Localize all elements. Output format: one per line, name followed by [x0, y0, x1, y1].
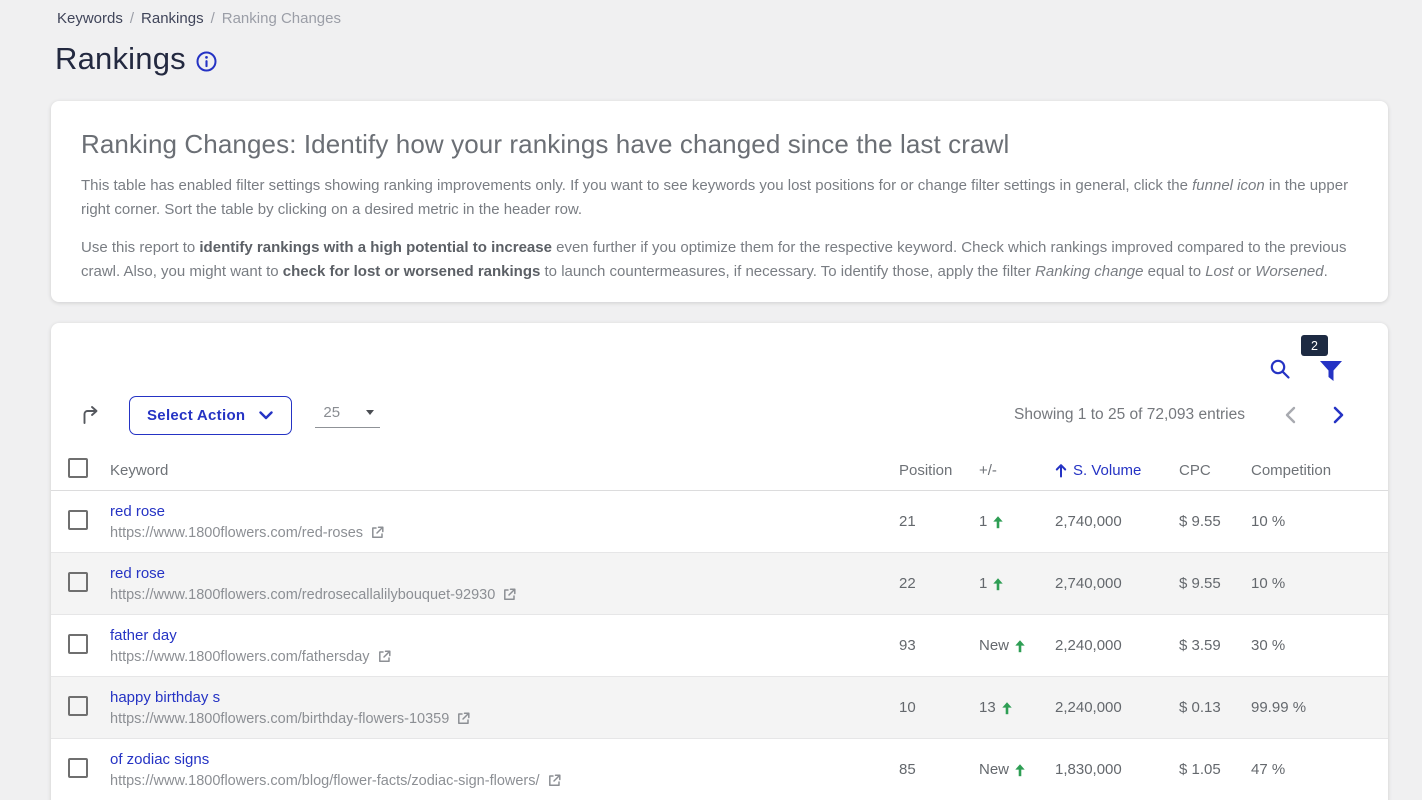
arrow-up-icon	[992, 577, 1004, 591]
change-value: New	[979, 761, 1055, 778]
breadcrumb-rankings[interactable]: Rankings	[141, 10, 204, 27]
table-row: red rose https://www.1800flowers.com/red…	[51, 491, 1388, 553]
external-link-icon[interactable]	[456, 711, 471, 726]
row-url: https://www.1800flowers.com/blog/flower-…	[110, 773, 540, 789]
row-url: https://www.1800flowers.com/fathersday	[110, 649, 370, 665]
external-link-icon[interactable]	[377, 649, 392, 664]
showing-entries-text: Showing 1 to 25 of 72,093 entries	[1014, 406, 1245, 424]
intro-paragraph-1: This table has enabled filter settings s…	[81, 174, 1358, 222]
row-checkbox[interactable]	[68, 510, 88, 530]
change-value: 1	[979, 513, 1055, 530]
competition-value: 30 %	[1251, 637, 1388, 654]
keyword-link[interactable]: red rose	[110, 503, 165, 520]
column-header-keyword[interactable]: Keyword	[110, 462, 899, 479]
volume-value: 1,830,000	[1055, 761, 1179, 778]
intro-card: Ranking Changes: Identify how your ranki…	[51, 101, 1388, 302]
column-header-competition[interactable]: Competition	[1251, 462, 1388, 479]
cpc-value: $ 9.55	[1179, 513, 1251, 530]
keyword-link[interactable]: red rose	[110, 565, 165, 582]
external-link-icon[interactable]	[547, 773, 562, 788]
change-value: 13	[979, 699, 1055, 716]
external-link-icon[interactable]	[370, 525, 385, 540]
rankings-table: Keyword Position +/- S. Volume CPC Compe…	[51, 450, 1388, 800]
intro-paragraph-2: Use this report to identify rankings wit…	[81, 236, 1358, 284]
competition-value: 10 %	[1251, 513, 1388, 530]
funnel-icon-mention: funnel icon	[1192, 177, 1265, 194]
row-checkbox[interactable]	[68, 634, 88, 654]
column-header-volume[interactable]: S. Volume	[1055, 462, 1179, 479]
caret-down-icon	[366, 410, 374, 415]
table-row: of zodiac signs https://www.1800flowers.…	[51, 739, 1388, 800]
arrow-up-icon	[1001, 701, 1013, 715]
intro-heading: Ranking Changes: Identify how your ranki…	[81, 129, 1358, 160]
competition-value: 99.99 %	[1251, 699, 1388, 716]
position-value: 21	[899, 513, 979, 530]
position-value: 22	[899, 575, 979, 592]
breadcrumb-separator: /	[211, 10, 215, 27]
position-value: 93	[899, 637, 979, 654]
select-all-checkbox[interactable]	[68, 458, 88, 478]
cpc-value: $ 9.55	[1179, 575, 1251, 592]
filter-funnel-icon[interactable]	[1318, 359, 1344, 388]
breadcrumb: Keywords / Rankings / Ranking Changes	[57, 10, 1422, 27]
row-url: https://www.1800flowers.com/redrosecalla…	[110, 587, 495, 603]
volume-value: 2,740,000	[1055, 575, 1179, 592]
keyword-link[interactable]: happy birthday s	[110, 689, 220, 706]
table-header-row: Keyword Position +/- S. Volume CPC Compe…	[51, 450, 1388, 491]
row-checkbox[interactable]	[68, 572, 88, 592]
row-checkbox[interactable]	[68, 758, 88, 778]
previous-page-icon[interactable]	[1284, 406, 1296, 424]
breadcrumb-separator: /	[130, 10, 134, 27]
position-value: 10	[899, 699, 979, 716]
breadcrumb-ranking-changes: Ranking Changes	[222, 10, 341, 27]
volume-value: 2,240,000	[1055, 637, 1179, 654]
change-value: 1	[979, 575, 1055, 592]
chevron-down-icon	[259, 411, 273, 420]
keyword-link[interactable]: father day	[110, 627, 177, 644]
cpc-value: $ 1.05	[1179, 761, 1251, 778]
page-size-value: 25	[323, 404, 340, 421]
row-checkbox[interactable]	[68, 696, 88, 716]
position-value: 85	[899, 761, 979, 778]
table-card: 2 Select Action 25 Showing 1 to 25 of 72…	[51, 323, 1388, 800]
page-title: Rankings	[55, 41, 186, 77]
keyword-link[interactable]: of zodiac signs	[110, 751, 209, 768]
table-row: red rose https://www.1800flowers.com/red…	[51, 553, 1388, 615]
page-size-select[interactable]: 25	[315, 402, 380, 428]
column-header-position[interactable]: Position	[899, 462, 979, 479]
table-toolbar: Select Action 25 Showing 1 to 25 of 72,0…	[51, 393, 1388, 437]
column-header-cpc[interactable]: CPC	[1179, 462, 1251, 479]
arrow-up-icon	[1014, 639, 1026, 653]
sort-ascending-icon	[1055, 463, 1067, 478]
top-bar: Keywords / Rankings / Ranking Changes Ra…	[0, 0, 1422, 77]
external-link-icon[interactable]	[502, 587, 517, 602]
info-icon[interactable]	[196, 51, 217, 72]
select-action-button[interactable]: Select Action	[129, 396, 292, 435]
arrow-up-icon	[1014, 763, 1026, 777]
competition-value: 10 %	[1251, 575, 1388, 592]
volume-value: 2,740,000	[1055, 513, 1179, 530]
cpc-value: $ 0.13	[1179, 699, 1251, 716]
active-filters-badge: 2	[1301, 335, 1328, 356]
search-icon[interactable]	[1268, 357, 1292, 386]
table-row: father day https://www.1800flowers.com/f…	[51, 615, 1388, 677]
row-url: https://www.1800flowers.com/red-roses	[110, 525, 363, 541]
table-row: happy birthday s https://www.1800flowers…	[51, 677, 1388, 739]
next-page-icon[interactable]	[1333, 406, 1345, 424]
change-value: New	[979, 637, 1055, 654]
arrow-up-icon	[992, 515, 1004, 529]
cpc-value: $ 3.59	[1179, 637, 1251, 654]
volume-value: 2,240,000	[1055, 699, 1179, 716]
row-url: https://www.1800flowers.com/birthday-flo…	[110, 711, 449, 727]
breadcrumb-keywords[interactable]: Keywords	[57, 10, 123, 27]
export-icon[interactable]	[80, 404, 102, 426]
competition-value: 47 %	[1251, 761, 1388, 778]
table-actions-row: 2	[51, 343, 1388, 389]
column-header-change[interactable]: +/-	[979, 462, 1055, 479]
